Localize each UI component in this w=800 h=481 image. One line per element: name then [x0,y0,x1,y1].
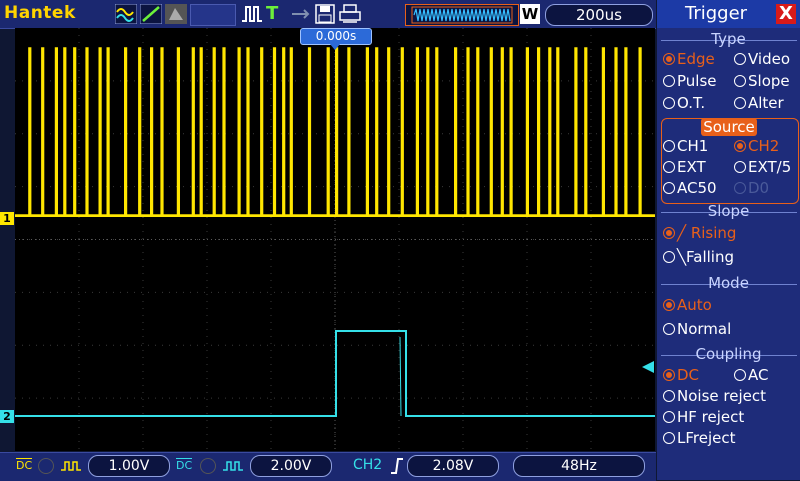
ch2-coupling-icon[interactable]: DC [176,458,193,472]
type-slope-option[interactable]: Slope [734,72,790,90]
source-ext5-option[interactable]: EXT/5 [734,158,791,176]
ch2-marker[interactable]: 2 [0,410,14,423]
display-mode-icon[interactable] [115,4,137,24]
mode-section-heading: Mode [708,274,749,292]
coupling-noise-reject-option[interactable]: Noise reject [663,387,766,405]
waveform-display[interactable] [15,28,655,451]
trigger-level-marker[interactable] [642,360,656,374]
slope-mode-icon[interactable] [140,4,162,24]
source-d0-option: D0 [734,179,769,197]
coupling-section-heading: Coupling [695,345,762,363]
slope-rising-option[interactable]: ╱ Rising [663,224,736,242]
frequency-counter: 48Hz [513,455,645,477]
usb-icon[interactable] [290,4,312,24]
type-edge-option[interactable]: Edge [663,50,715,68]
trigger-level-icon[interactable]: T [266,4,278,24]
pulse-icon[interactable] [241,4,263,24]
falling-slope-icon: ╲ [677,248,687,266]
mode-normal-option[interactable]: Normal [663,320,731,338]
type-pulse-option[interactable]: Pulse [663,72,717,90]
brand-logo: Hantek [4,3,76,23]
trigger-position-label[interactable]: 0.000s [300,28,372,45]
top-toolbar: Hantek T W 200us [0,0,656,29]
ch1-marker[interactable]: 1 [0,212,14,225]
type-ot-option[interactable]: O.T. [663,94,705,112]
persistence-icon[interactable] [165,4,187,24]
ch1-invert-icon[interactable] [60,458,82,474]
trigger-source-label: CH2 [353,457,383,473]
print-icon[interactable] [339,4,361,24]
trigger-level-value[interactable]: 2.08V [407,455,499,477]
ch2-bandwidth-icon [200,458,216,474]
timebase-mode-button[interactable]: W [520,4,540,24]
memory-waveform-icon [411,6,513,24]
rising-slope-icon: ╱ [677,224,687,242]
source-ch1-option[interactable]: CH1 [663,137,708,155]
slope-falling-option[interactable]: ╲Falling [663,248,734,266]
coupling-lf-reject-option[interactable]: LFreject [663,429,735,447]
close-menu-button[interactable]: X [776,4,796,24]
waveform-canvas [15,28,655,451]
ch2-edge-ghost [399,336,402,417]
coupling-dc-option[interactable]: DC [663,366,699,384]
trigger-position-arrow [330,44,340,50]
ch2-scale[interactable]: 2.00V [250,455,332,477]
slope-section-heading: Slope [707,202,750,220]
save-icon[interactable] [315,4,335,24]
rising-edge-icon [391,458,403,474]
coupling-ac-option[interactable]: AC [734,366,768,384]
source-section-heading: Source [701,118,757,136]
ch2-trace [15,330,655,417]
status-panel [190,4,236,26]
bottom-status-bar: DC 1.00V DC 2.00V CH2 2.08V 48Hz [0,452,656,481]
source-ext-option[interactable]: EXT [663,158,706,176]
source-ac50-option[interactable]: AC50 [663,179,717,197]
source-ch2-option[interactable]: CH2 [734,137,779,155]
ch1-bandwidth-icon [38,458,54,474]
type-video-option[interactable]: Video [734,50,790,68]
trigger-menu-panel: Trigger X Type Edge Video Pulse Slope O.… [657,0,800,480]
ch1-coupling-icon[interactable]: DC [16,458,33,472]
mode-auto-option[interactable]: Auto [663,296,712,314]
timebase-value[interactable]: 200us [545,4,653,26]
ch1-trace [15,47,655,216]
memory-overview[interactable] [405,4,519,26]
ch1-scale[interactable]: 1.00V [88,455,170,477]
coupling-hf-reject-option[interactable]: HF reject [663,408,744,426]
ch2-invert-icon[interactable] [222,458,244,474]
type-section-heading: Type [711,30,746,48]
type-alter-option[interactable]: Alter [734,94,784,112]
trigger-menu-title-text: Trigger [685,3,748,24]
